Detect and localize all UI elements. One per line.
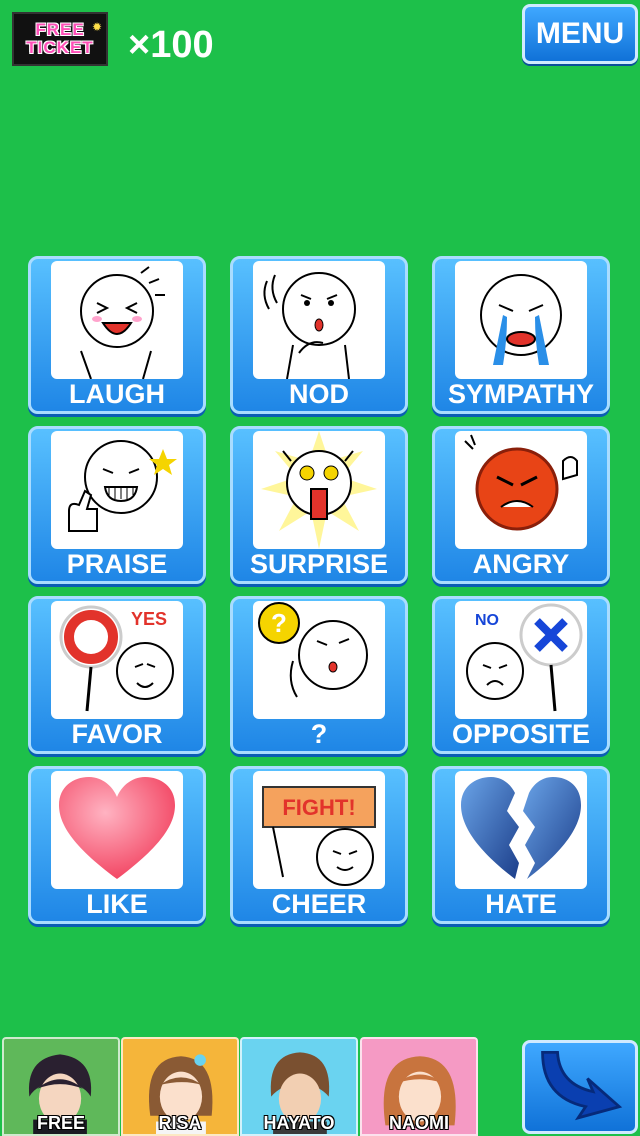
reaction-question[interactable]: ? ? bbox=[230, 596, 408, 754]
broken-heart-icon bbox=[455, 771, 587, 889]
reaction-label: ? bbox=[310, 719, 328, 749]
reaction-label: LIKE bbox=[86, 889, 148, 919]
ticket-count: ×100 bbox=[128, 24, 214, 66]
reaction-label: SYMPATHY bbox=[447, 379, 594, 409]
sign-text: YES bbox=[131, 609, 167, 629]
reaction-label: ANGRY bbox=[472, 549, 570, 579]
reaction-label: NOD bbox=[289, 379, 349, 409]
character-name: NAOMI bbox=[389, 1113, 449, 1133]
character-risa[interactable]: RISA bbox=[121, 1037, 239, 1136]
free-ticket-badge: FREE TICKET ✹ bbox=[12, 12, 108, 66]
reaction-label: CHEER bbox=[271, 889, 367, 919]
reaction-label: LAUGH bbox=[69, 379, 165, 409]
sparkle-icon: ✹ bbox=[91, 20, 102, 34]
sign-text: FIGHT! bbox=[282, 795, 355, 820]
character-naomi[interactable]: NAOMI bbox=[360, 1037, 478, 1136]
reaction-label: FAVOR bbox=[71, 719, 163, 749]
angry-face-icon bbox=[455, 431, 587, 549]
question-face-icon: ? bbox=[253, 601, 385, 719]
reaction-angry[interactable]: ANGRY bbox=[432, 426, 610, 584]
menu-button[interactable]: MENU bbox=[522, 4, 638, 64]
character-name: RISA bbox=[158, 1113, 202, 1133]
yes-circle-sign-icon: YES bbox=[51, 601, 183, 719]
character-name: HAYATO bbox=[263, 1113, 335, 1133]
thumbs-up-face-icon bbox=[51, 431, 183, 549]
character-hayato[interactable]: HAYATO bbox=[240, 1037, 358, 1136]
reaction-nod[interactable]: NOD bbox=[230, 256, 408, 414]
reaction-label: OPPOSITE bbox=[451, 719, 591, 749]
reaction-label: HATE bbox=[485, 889, 557, 919]
character-name: FREE bbox=[36, 1113, 85, 1133]
sign-text: NO bbox=[475, 612, 499, 629]
reaction-cheer[interactable]: FIGHT! CHEER bbox=[230, 766, 408, 924]
ticket-line1: FREE bbox=[35, 20, 85, 39]
next-button[interactable] bbox=[522, 1040, 638, 1134]
reaction-hate[interactable]: HATE bbox=[432, 766, 610, 924]
reaction-sympathy[interactable]: SYMPATHY bbox=[432, 256, 610, 414]
reaction-favor[interactable]: YES FAVOR bbox=[28, 596, 206, 754]
reaction-label: PRAISE bbox=[66, 549, 168, 579]
no-cross-sign-icon: NO bbox=[455, 601, 587, 719]
reaction-surprise[interactable]: SURPRISE bbox=[230, 426, 408, 584]
crying-face-icon bbox=[455, 261, 587, 379]
reaction-label: SURPRISE bbox=[249, 549, 389, 579]
reaction-opposite[interactable]: NO OPPOSITE bbox=[432, 596, 610, 754]
heart-icon bbox=[51, 771, 183, 889]
sign-text: ? bbox=[271, 608, 287, 638]
curved-arrow-down-right-icon bbox=[541, 1050, 623, 1121]
nod-face-icon bbox=[253, 261, 385, 379]
reaction-praise[interactable]: PRAISE bbox=[28, 426, 206, 584]
surprised-face-icon bbox=[253, 431, 385, 549]
ticket-line2: TICKET bbox=[26, 38, 94, 57]
reaction-like[interactable]: LIKE bbox=[28, 766, 206, 924]
character-free[interactable]: FREE bbox=[2, 1037, 120, 1136]
laugh-face-icon bbox=[51, 261, 183, 379]
reaction-laugh[interactable]: LAUGH bbox=[28, 256, 206, 414]
fight-sign-icon: FIGHT! bbox=[253, 771, 385, 889]
